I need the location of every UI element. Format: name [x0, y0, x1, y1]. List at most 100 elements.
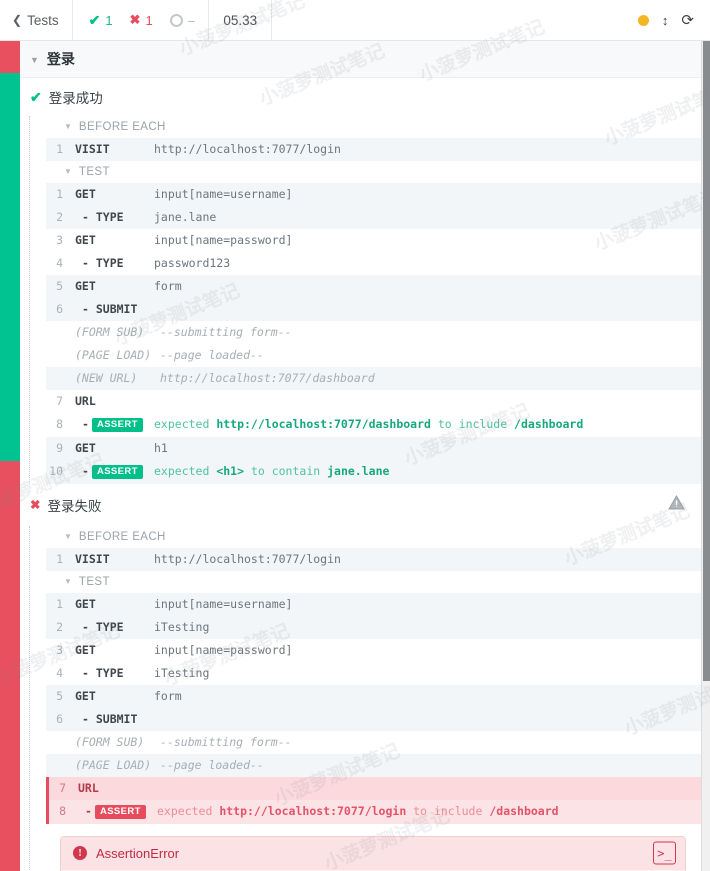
- command-row[interactable]: 1 GET input[name=username]: [46, 592, 702, 616]
- command-message: form: [154, 279, 182, 293]
- error-header: ! AssertionError >_: [61, 836, 685, 870]
- hook-header-before-each[interactable]: ▼ BEFORE EACH: [46, 116, 702, 138]
- command-message: password123: [154, 256, 231, 270]
- suite-title: 登录: [46, 51, 75, 67]
- command-row[interactable]: 7 URL: [46, 390, 702, 413]
- command-name: GET: [75, 187, 96, 201]
- assert-badge: ASSERT: [91, 418, 143, 432]
- command-row[interactable]: 1 GET input[name=username]: [46, 183, 702, 206]
- error-panel: ! AssertionError >_ Timed out retrying: …: [60, 835, 686, 871]
- assert-part: to include: [406, 803, 490, 818]
- back-to-tests-button[interactable]: ❮ Tests: [0, 0, 73, 40]
- command-message: h1: [154, 440, 168, 455]
- command-message: input[name=username]: [154, 187, 293, 201]
- command-row[interactable]: 4 - TYPE iTesting: [46, 661, 702, 685]
- event-name: (FORM SUB): [75, 325, 145, 339]
- event-name: (PAGE LOAD): [75, 348, 152, 362]
- command-number: 3: [56, 233, 63, 247]
- command-number: 5: [56, 688, 63, 703]
- command-row-assert-failed[interactable]: 8 - ASSERT expected http://localhost:707…: [46, 799, 702, 824]
- assert-part: expected: [154, 417, 217, 431]
- test-tree: ▼ 登录 ✔ 登录成功 ▼ BEFORE EACH 1 VISIT http:/…: [20, 41, 702, 871]
- scrollbar-thumb[interactable]: [703, 41, 710, 681]
- stat-failed[interactable]: ✖ 1: [130, 12, 153, 28]
- command-row[interactable]: 6 - SUBMIT: [46, 707, 702, 731]
- assert-part: to include: [430, 417, 515, 431]
- error-name: AssertionError: [96, 845, 180, 861]
- assert-badge: ASSERT: [94, 804, 146, 819]
- runner-header: ❮ Tests ✔ 1 ✖ 1 -- 05.33 ↕ ⟳: [0, 0, 710, 41]
- ring-icon: [169, 13, 183, 27]
- command-row[interactable]: 1 VISIT http://localhost:7077/login: [46, 547, 702, 571]
- rerun-icon[interactable]: ⟳: [681, 13, 700, 28]
- command-number: 4: [56, 665, 63, 680]
- chevron-left-icon: ❮: [12, 12, 23, 27]
- test-row-failed[interactable]: ✖ 登录失败: [20, 483, 702, 526]
- command-message: input[name=password]: [154, 233, 293, 247]
- back-to-tests-label: Tests: [27, 12, 59, 28]
- command-row[interactable]: 3 GET input[name=password]: [46, 229, 702, 252]
- command-row[interactable]: 2 - TYPE jane.lane: [46, 206, 702, 229]
- chevron-down-icon: ▼: [30, 54, 39, 65]
- assert-dash: -: [82, 464, 89, 479]
- hook-header-test[interactable]: ▼ TEST: [46, 161, 702, 183]
- pending-count: --: [187, 12, 196, 28]
- command-row-event[interactable]: (FORM SUB) --submitting form--: [46, 730, 702, 754]
- warning-triangle-icon[interactable]: [668, 494, 685, 515]
- command-name: - ASSERT: [71, 805, 157, 819]
- command-message: http://localhost:7077/login: [154, 142, 341, 156]
- command-name: - TYPE: [82, 210, 124, 224]
- event-message: --submitting form--: [160, 734, 292, 749]
- command-row-assert[interactable]: 8 - ASSERT expected http://localhost:707…: [46, 413, 702, 437]
- command-row-event[interactable]: (PAGE LOAD) --page loaded--: [46, 344, 702, 367]
- command-row-event[interactable]: (PAGE LOAD) --page loaded--: [46, 753, 702, 777]
- command-number: 1: [56, 596, 63, 611]
- vertical-scrollbar[interactable]: [701, 41, 710, 871]
- suite-header[interactable]: ▼ 登录: [20, 41, 702, 78]
- command-number: 10: [49, 463, 63, 478]
- assert-message: expected http://localhost:7077/dashboard…: [154, 418, 583, 431]
- command-row-event[interactable]: (FORM SUB) --submitting form--: [46, 321, 702, 344]
- hook-header-test[interactable]: ▼ TEST: [46, 570, 702, 593]
- command-row-event[interactable]: (NEW URL) http://localhost:7077/dashboar…: [46, 367, 702, 390]
- command-message: form: [154, 688, 182, 703]
- test-title: 登录失败: [47, 498, 102, 514]
- command-name: GET: [75, 279, 96, 293]
- assert-part: expected: [157, 803, 220, 818]
- command-row[interactable]: 3 GET input[name=password]: [46, 638, 702, 662]
- command-message: jane.lane: [154, 210, 217, 224]
- command-row-assert[interactable]: 10 - ASSERT expected <h1> to contain jan…: [46, 459, 702, 484]
- command-number: 2: [56, 619, 63, 634]
- command-message: input[name=password]: [154, 642, 293, 657]
- stat-pending[interactable]: --: [169, 12, 196, 28]
- command-row[interactable]: 5 GET form: [46, 275, 702, 298]
- command-list: 1 GET input[name=username] 2 - TYPE jane…: [46, 183, 702, 484]
- command-name: VISIT: [75, 551, 110, 566]
- test-row-passed[interactable]: ✔ 登录成功: [20, 78, 702, 116]
- command-row[interactable]: 6 - SUBMIT: [46, 298, 702, 321]
- event-message: http://localhost:7077/dashboard: [160, 371, 375, 385]
- command-list: 1 VISIT http://localhost:7077/login: [46, 138, 702, 161]
- assert-part-strong: <h1>: [216, 463, 245, 478]
- hook-header-before-each[interactable]: ▼ BEFORE EACH: [46, 525, 702, 548]
- check-icon: ✔: [30, 89, 42, 105]
- stat-passed[interactable]: ✔ 1: [89, 12, 113, 29]
- command-row-failed[interactable]: 7 URL: [46, 776, 702, 800]
- command-row[interactable]: 9 GET h1: [46, 436, 702, 460]
- hook-label: BEFORE EACH: [78, 121, 166, 133]
- command-list: 1 GET input[name=username] 2 - TYPE iTes…: [46, 592, 702, 824]
- command-row[interactable]: 4 - TYPE password123: [46, 252, 702, 275]
- test-title: 登录成功: [48, 91, 103, 106]
- print-to-console-button[interactable]: >_: [653, 841, 676, 865]
- command-number: 4: [56, 256, 63, 270]
- command-row[interactable]: 5 GET form: [46, 684, 702, 708]
- command-name: VISIT: [75, 142, 110, 156]
- assert-badge: ASSERT: [91, 464, 143, 479]
- command-name: - TYPE: [82, 619, 124, 634]
- command-row[interactable]: 2 - TYPE iTesting: [46, 615, 702, 639]
- assert-part-strong: jane.lane: [327, 463, 390, 478]
- command-row[interactable]: 1 VISIT http://localhost:7077/login: [46, 138, 702, 161]
- command-name: URL: [78, 780, 99, 795]
- command-list: 1 VISIT http://localhost:7077/login: [46, 547, 702, 571]
- expand-collapse-icon[interactable]: ↕: [662, 14, 669, 27]
